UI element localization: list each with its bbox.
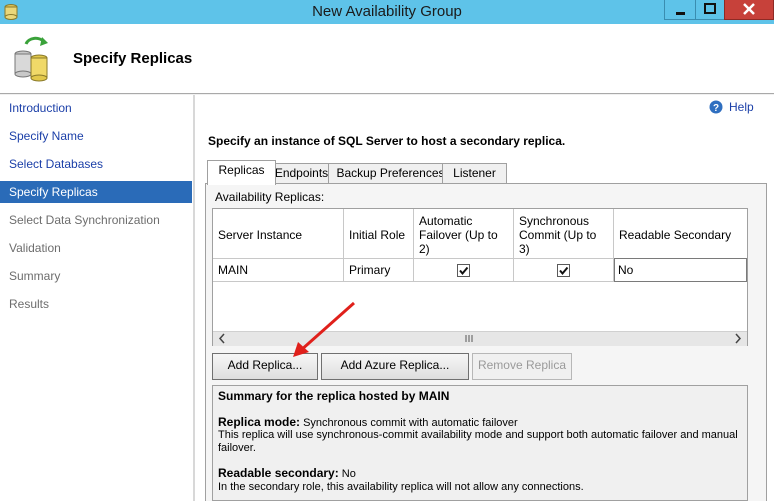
page-title: Specify Replicas bbox=[73, 50, 193, 67]
remove-replica-button: Remove Replica bbox=[472, 353, 572, 380]
scroll-grip-icon[interactable] bbox=[462, 332, 476, 345]
nav-item-select-databases[interactable]: Select Databases bbox=[0, 153, 192, 175]
readable-secondary-label: Readable secondary: bbox=[218, 466, 339, 480]
column-header-initial-role[interactable]: Initial Role bbox=[344, 209, 414, 259]
nav-item-specify-replicas[interactable]: Specify Replicas bbox=[0, 181, 192, 203]
window-title: New Availability Group bbox=[312, 3, 462, 20]
nav-item-summary: Summary bbox=[9, 269, 61, 283]
replica-mode-value: Synchronous commit with automatic failov… bbox=[303, 417, 518, 429]
nav-item-results: Results bbox=[9, 297, 50, 311]
column-header-server-instance[interactable]: Server Instance bbox=[213, 209, 344, 259]
red-arrow-annotation bbox=[293, 301, 355, 357]
synchronous-commit-checkbox[interactable] bbox=[557, 264, 570, 277]
replica-mode-label: Replica mode: bbox=[218, 415, 301, 429]
summary-title: Summary for the replica hosted by MAIN bbox=[218, 389, 450, 403]
tab-replicas[interactable]: Replicas bbox=[207, 160, 276, 185]
maximize-icon bbox=[704, 3, 716, 14]
nav-item-validation: Validation bbox=[9, 241, 61, 255]
replica-mode-description-cont: failover. bbox=[218, 442, 256, 454]
close-icon bbox=[743, 3, 755, 15]
scroll-right-icon[interactable] bbox=[731, 332, 745, 345]
cell-initial-role[interactable]: Primary bbox=[344, 259, 414, 282]
minimize-icon bbox=[676, 12, 685, 15]
checkmark-icon bbox=[559, 266, 569, 276]
nav-item-select-data-sync: Select Data Synchronization bbox=[9, 213, 160, 227]
tab-backup-preferences[interactable]: Backup Preferences bbox=[328, 163, 453, 184]
availability-replicas-label: Availability Replicas: bbox=[215, 190, 325, 204]
readable-secondary-select[interactable]: No bbox=[614, 258, 747, 282]
scroll-left-icon[interactable] bbox=[215, 332, 229, 345]
replica-mode-line: Replica mode: Synchronous commit with au… bbox=[218, 416, 738, 430]
nav-item-specify-name[interactable]: Specify Name bbox=[0, 125, 192, 147]
column-header-automatic-failover[interactable]: Automatic Failover (Up to 2) bbox=[414, 209, 514, 259]
nav-item-introduction[interactable]: Introduction bbox=[0, 97, 192, 119]
automatic-failover-checkbox[interactable] bbox=[457, 264, 470, 277]
database-replica-icon bbox=[14, 36, 48, 82]
column-header-synchronous-commit[interactable]: Synchronous Commit (Up to 3) bbox=[514, 209, 614, 259]
readable-secondary-value: No bbox=[341, 468, 356, 480]
tab-listener[interactable]: Listener bbox=[442, 163, 507, 184]
wizard-nav: Introduction Specify Name Select Databas… bbox=[0, 95, 193, 501]
close-button[interactable] bbox=[724, 0, 774, 20]
help-icon[interactable]: ? bbox=[709, 100, 723, 114]
replica-mode-description: This replica will use synchronous-commit… bbox=[218, 429, 738, 441]
checkmark-icon bbox=[459, 266, 469, 276]
readable-secondary-line: Readable secondary: No bbox=[218, 467, 738, 481]
readable-secondary-description: In the secondary role, this availability… bbox=[218, 481, 584, 493]
svg-text:?: ? bbox=[713, 103, 719, 114]
help-link[interactable]: Help bbox=[729, 100, 754, 114]
cell-server-instance[interactable]: MAIN bbox=[213, 259, 344, 282]
minimize-button[interactable] bbox=[664, 0, 696, 20]
instruction-text: Specify an instance of SQL Server to hos… bbox=[208, 134, 566, 148]
maximize-button[interactable] bbox=[695, 0, 725, 20]
column-header-readable-secondary[interactable]: Readable Secondary bbox=[614, 209, 747, 259]
